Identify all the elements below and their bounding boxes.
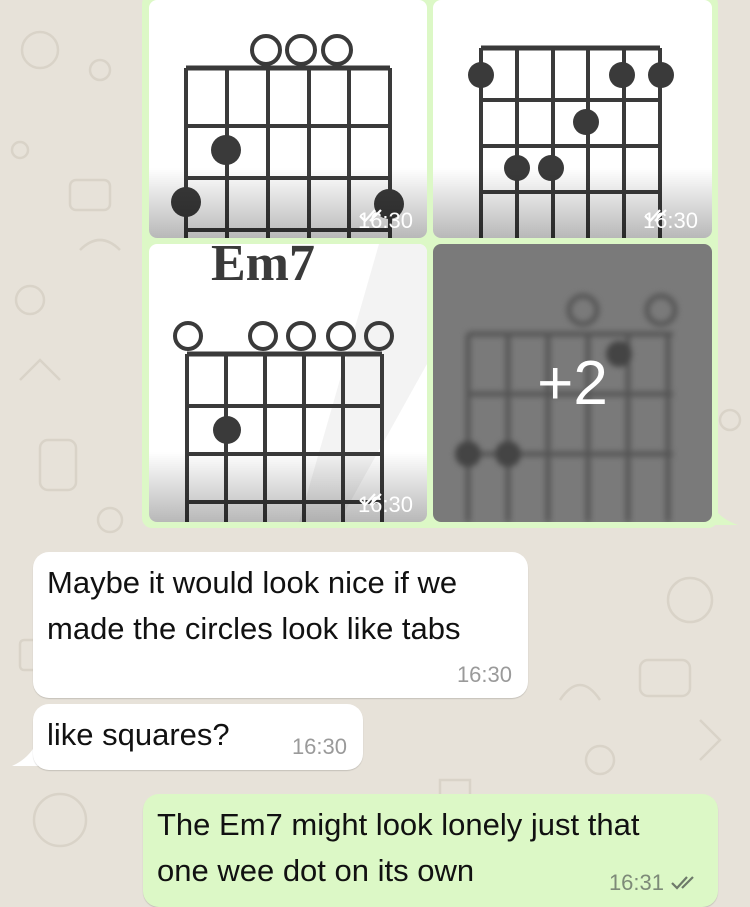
tile-timestamp: 16:30 (357, 492, 413, 517)
chord-name: Em7 (211, 244, 315, 292)
chord-image-tile-2[interactable]: 16:30 (433, 0, 712, 238)
more-count: +2 (537, 348, 608, 418)
incoming-message[interactable]: like squares? 16:30 (33, 704, 363, 770)
incoming-message[interactable]: Maybe it would look nice if we made the … (33, 552, 528, 698)
double-check-icon (359, 493, 382, 507)
message-text-line: one wee dot on its own (157, 853, 475, 888)
message-text-line: The Em7 might look lonely just that (157, 807, 640, 842)
double-check-icon (671, 876, 694, 890)
double-check-icon (359, 209, 382, 223)
bubble-tail (712, 505, 738, 525)
message-text-line: like squares? (47, 717, 230, 752)
message-timestamp: 16:30 (456, 662, 512, 687)
double-check-icon (644, 209, 667, 223)
tile-timestamp: 16:30 (357, 208, 413, 233)
message-timestamp: 16:30 (291, 734, 347, 759)
more-media-tile[interactable]: +2 (433, 244, 712, 522)
outgoing-message[interactable]: The Em7 might look lonely just that one … (143, 794, 718, 907)
chord-image-tile-1[interactable]: 16:30 (149, 0, 427, 238)
message-text-line: Maybe it would look nice if we (47, 565, 458, 600)
message-timestamp: 16:31 (609, 870, 700, 896)
message-text-line: made the circles look like tabs (47, 611, 461, 646)
tile-timestamp: 16:30 (642, 208, 698, 233)
chord-image-tile-em7[interactable]: Em7 16:30 (149, 244, 427, 522)
